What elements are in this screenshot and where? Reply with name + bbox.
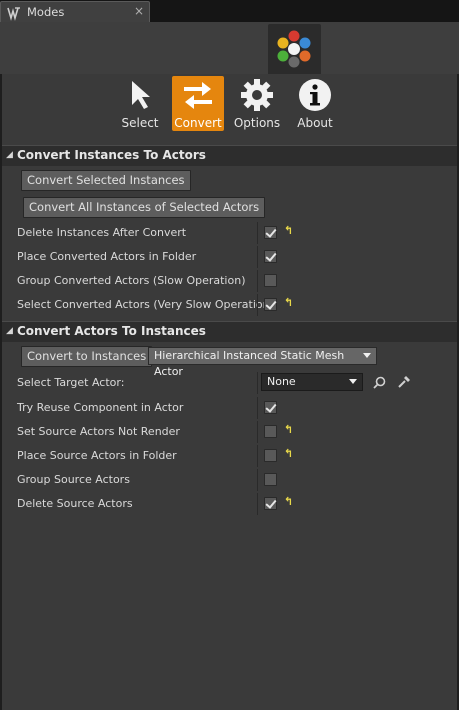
divider [257, 246, 258, 268]
section-convert-actors-to-instances[interactable]: ◢ Convert Actors To Instances [2, 321, 457, 342]
reset-to-default-icon[interactable]: ↰ [284, 447, 293, 460]
close-icon[interactable]: × [134, 4, 144, 18]
collapse-arrow-icon: ◢ [6, 150, 13, 160]
about-tool-label: About [297, 116, 333, 130]
swap-arrows-icon [184, 82, 212, 109]
option-label: Group Source Actors [17, 473, 130, 486]
convert-to-instances-button[interactable]: Convert to Instances [21, 346, 153, 367]
modes-panel: Select Convert Options About ◢ Convert I… [0, 74, 459, 710]
group-converted-actors-checkbox[interactable] [264, 274, 277, 287]
divider [257, 372, 258, 394]
option-label: Delete Source Actors [17, 497, 133, 510]
gear-icon [241, 79, 273, 111]
collapse-arrow-icon: ◢ [6, 326, 13, 336]
divider [257, 294, 258, 316]
options-tool[interactable]: Options [231, 76, 283, 131]
option-label: Place Source Actors in Folder [17, 449, 177, 462]
convert-selected-instances-button[interactable]: Convert Selected Instances [21, 170, 191, 191]
option-row: Place Converted Actors in Folder [2, 245, 457, 269]
divider [257, 397, 258, 419]
cursor-arrow-icon [132, 81, 150, 109]
divider [257, 270, 258, 292]
reset-to-default-icon[interactable]: ↰ [284, 224, 293, 237]
tab-bar: Modes × [0, 0, 459, 22]
option-row: Group Source Actors [2, 468, 457, 492]
target-actor-value: None [267, 375, 296, 388]
set-source-not-render-checkbox[interactable] [264, 425, 277, 438]
convert-all-instances-button[interactable]: Convert All Instances of Selected Actors [23, 197, 266, 218]
option-label: Set Source Actors Not Render [17, 425, 180, 438]
option-label: Group Converted Actors (Slow Operation) [17, 274, 246, 287]
option-row: Group Converted Actors (Slow Operation) [2, 269, 457, 293]
info-icon [299, 79, 331, 111]
color-dots-icon [277, 30, 311, 68]
instance-type-dropdown[interactable]: Hierarchical Instanced Static Mesh Actor [148, 347, 377, 378]
about-tool[interactable]: About [289, 76, 341, 131]
section-title: Convert Actors To Instances [17, 324, 206, 338]
options-tool-label: Options [233, 116, 281, 130]
option-label: Try Reuse Component in Actor [17, 401, 184, 414]
modes-tab[interactable]: Modes × [0, 1, 150, 22]
eyedropper-icon[interactable] [397, 375, 411, 389]
reset-to-default-icon[interactable]: ↰ [284, 495, 293, 508]
reset-to-default-icon[interactable]: ↰ [284, 296, 293, 309]
convert-tool-label: Convert [174, 116, 222, 130]
target-actor-dropdown[interactable]: None [261, 373, 363, 391]
convert-tool[interactable]: Convert [172, 76, 224, 131]
search-icon[interactable] [373, 376, 386, 389]
option-row: Delete Source Actors ↰ [2, 492, 457, 516]
option-row: Try Reuse Component in Actor [2, 396, 457, 420]
section-convert-instances-to-actors[interactable]: ◢ Convert Instances To Actors [2, 145, 457, 166]
divider [257, 222, 258, 244]
divider [257, 421, 258, 443]
option-row: Set Source Actors Not Render ↰ [2, 420, 457, 444]
delete-source-actors-checkbox[interactable] [264, 497, 277, 510]
option-label: Place Converted Actors in Folder [17, 250, 197, 263]
option-row: Delete Instances After Convert ↰ [2, 221, 457, 245]
option-label: Delete Instances After Convert [17, 226, 187, 239]
select-tool[interactable]: Select [114, 76, 166, 131]
unreal-logo-icon [7, 7, 20, 21]
option-row: Select Converted Actors (Very Slow Opera… [2, 293, 457, 317]
option-label: Select Converted Actors (Very Slow Opera… [17, 298, 274, 311]
mode-toolbar: Select Convert Options About [2, 74, 457, 134]
option-row: Place Source Actors in Folder ↰ [2, 444, 457, 468]
divider [257, 469, 258, 491]
mode-toggle-button[interactable] [268, 24, 321, 74]
panel-header [0, 22, 459, 74]
target-actor-row: Select Target Actor: None [2, 371, 457, 395]
delete-instances-checkbox[interactable] [264, 226, 277, 239]
place-converted-in-folder-checkbox[interactable] [264, 250, 277, 263]
section-title: Convert Instances To Actors [17, 148, 206, 162]
chevron-down-icon [363, 353, 371, 358]
reset-to-default-icon[interactable]: ↰ [284, 423, 293, 436]
select-tool-label: Select [121, 116, 159, 130]
option-label: Select Target Actor: [17, 376, 125, 389]
group-source-actors-checkbox[interactable] [264, 473, 277, 486]
select-converted-actors-checkbox[interactable] [264, 298, 277, 311]
try-reuse-component-checkbox[interactable] [264, 401, 277, 414]
divider [257, 445, 258, 467]
place-source-in-folder-checkbox[interactable] [264, 449, 277, 462]
divider [257, 493, 258, 515]
chevron-down-icon [349, 379, 357, 384]
tab-title: Modes [27, 5, 65, 19]
